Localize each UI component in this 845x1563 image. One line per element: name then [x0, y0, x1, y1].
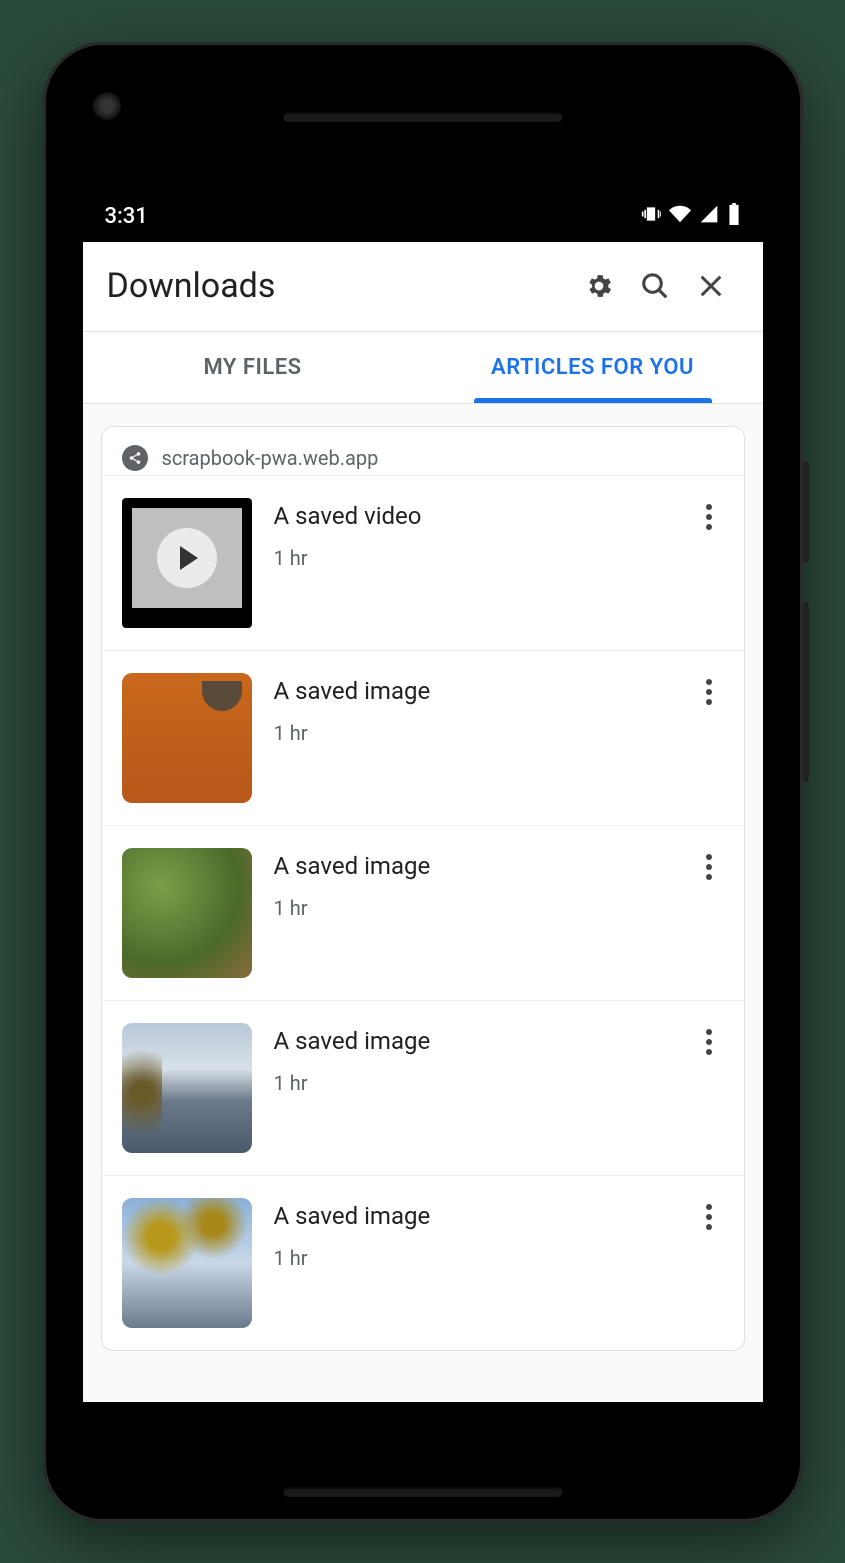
thumbnail-image [122, 1198, 252, 1328]
downloads-card: scrapbook-pwa.web.app A saved video 1 hr [101, 426, 745, 1351]
item-body: A saved image 1 hr [274, 1198, 672, 1270]
status-bar: 3:31 [83, 192, 763, 242]
content-area: scrapbook-pwa.web.app A saved video 1 hr [83, 404, 763, 1402]
item-title: A saved image [274, 677, 672, 705]
item-time: 1 hr [274, 896, 672, 920]
phone-camera [93, 92, 121, 120]
list-item[interactable]: A saved image 1 hr [102, 650, 744, 825]
phone-power-button [803, 462, 809, 562]
tab-label: ARTICLES FOR YOU [491, 355, 694, 380]
phone-frame: 3:31 Downloads [43, 42, 803, 1522]
app-header: Downloads [83, 242, 763, 332]
phone-speaker-top [283, 112, 563, 122]
wifi-icon [669, 203, 691, 231]
phone-volume-button [803, 602, 809, 782]
share-icon [122, 445, 148, 471]
thumbnail-image [122, 1023, 252, 1153]
item-title: A saved image [274, 852, 672, 880]
gear-icon [584, 271, 614, 301]
item-title: A saved image [274, 1202, 672, 1230]
thumbnail-image [122, 673, 252, 803]
item-time: 1 hr [274, 1071, 672, 1095]
more-options-button[interactable] [694, 848, 724, 880]
more-options-button[interactable] [694, 1198, 724, 1230]
list-item[interactable]: A saved image 1 hr [102, 825, 744, 1000]
item-title: A saved video [274, 502, 672, 530]
more-options-button[interactable] [694, 498, 724, 530]
phone-speaker-bottom [283, 1487, 563, 1497]
more-options-button[interactable] [694, 1023, 724, 1055]
item-time: 1 hr [274, 1246, 672, 1270]
list-item[interactable]: A saved video 1 hr [102, 475, 744, 650]
status-time: 3:31 [105, 204, 148, 229]
item-body: A saved video 1 hr [274, 498, 672, 570]
play-icon [157, 528, 217, 588]
source-host: scrapbook-pwa.web.app [162, 446, 379, 470]
search-icon [640, 271, 670, 301]
thumbnail-video [122, 498, 252, 628]
item-body: A saved image 1 hr [274, 848, 672, 920]
card-source-header: scrapbook-pwa.web.app [102, 427, 744, 475]
item-body: A saved image 1 hr [274, 673, 672, 745]
item-time: 1 hr [274, 721, 672, 745]
search-button[interactable] [627, 258, 683, 314]
close-button[interactable] [683, 258, 739, 314]
tab-my-files[interactable]: MY FILES [83, 332, 423, 403]
signal-icon [699, 204, 719, 230]
battery-icon [727, 203, 741, 231]
item-title: A saved image [274, 1027, 672, 1055]
tab-label: MY FILES [203, 355, 301, 380]
thumbnail-image [122, 848, 252, 978]
screen: 3:31 Downloads [83, 192, 763, 1402]
list-item[interactable]: A saved image 1 hr [102, 1000, 744, 1175]
list-item[interactable]: A saved image 1 hr [102, 1175, 744, 1350]
tab-articles-for-you[interactable]: ARTICLES FOR YOU [423, 332, 763, 403]
close-icon [697, 272, 725, 300]
item-body: A saved image 1 hr [274, 1023, 672, 1095]
settings-button[interactable] [571, 258, 627, 314]
vibrate-icon [641, 204, 661, 230]
tabs: MY FILES ARTICLES FOR YOU [83, 332, 763, 404]
page-title: Downloads [107, 266, 571, 306]
status-icons [641, 203, 741, 231]
item-time: 1 hr [274, 546, 672, 570]
more-options-button[interactable] [694, 673, 724, 705]
